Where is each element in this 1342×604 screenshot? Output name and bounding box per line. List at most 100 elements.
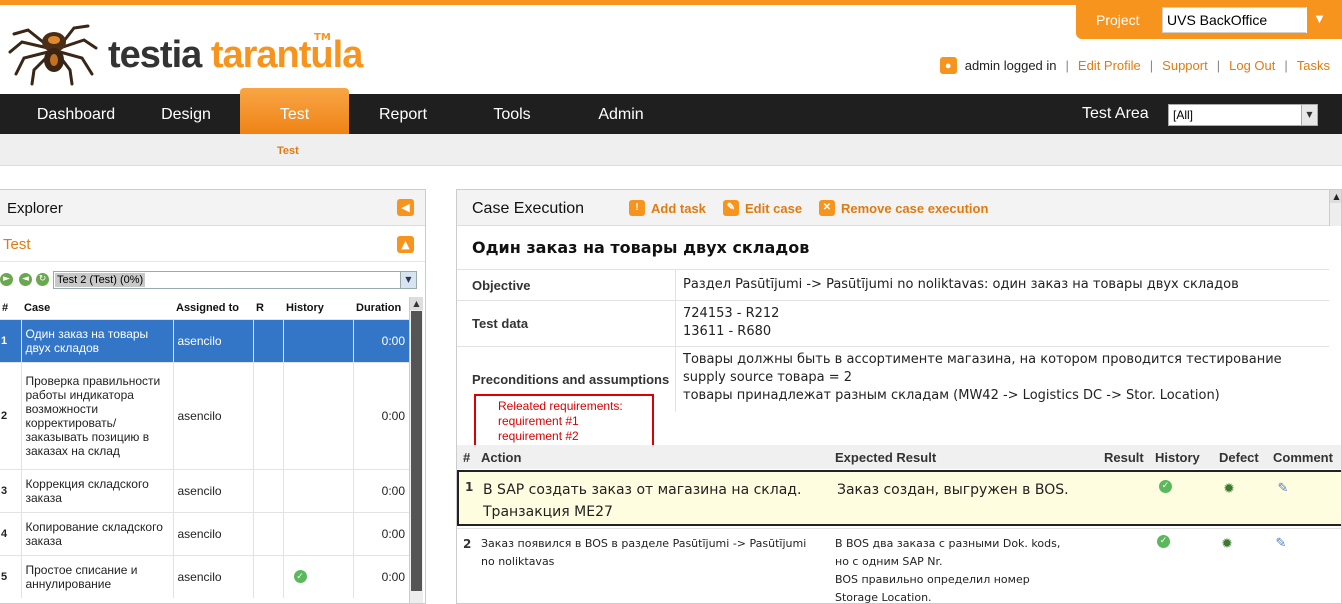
chevron-down-icon[interactable]: ▼ [1306, 7, 1332, 33]
explorer-scrollbar[interactable]: ▲ [409, 297, 423, 603]
logo-trademark: TM [314, 32, 331, 43]
test-area-label: Test Area [1082, 105, 1149, 122]
support-link[interactable]: Support [1162, 58, 1208, 73]
table-row[interactable]: 2 Проверка правильности работы индикатор… [0, 361, 409, 469]
col-num[interactable]: # [0, 297, 21, 319]
logo[interactable]: testia tarantula TM [8, 12, 363, 86]
panel-scrollbar[interactable]: ▲ [1329, 190, 1341, 226]
duration: 0:00 [352, 468, 409, 512]
comment-edit-icon[interactable]: ✎ [1273, 537, 1289, 551]
assigned-to: asencilo [172, 468, 253, 512]
logged-in-text: admin logged in [964, 58, 1057, 73]
forward-icon[interactable]: ► [0, 273, 13, 286]
step-action: В SAP создать заказ от магазина на склад… [483, 482, 802, 520]
case-name: Коррекция складского заказа [20, 468, 173, 512]
case-title: Один заказ на товары двух складов [472, 238, 810, 257]
back-icon[interactable]: ◄ [19, 273, 32, 286]
table-row[interactable]: 4 Копирование складского заказа asencilo… [0, 511, 409, 555]
scrollbar-thumb[interactable] [411, 311, 422, 591]
step-action: Заказ появился в BOS в разделе Pasūtījum… [481, 537, 807, 568]
comment-edit-icon[interactable]: ✎ [1275, 482, 1291, 496]
step-col-result: Result [1104, 450, 1144, 465]
step-col-history: History [1155, 450, 1200, 465]
cases-table: # Case Assigned to R History Duration 1 … [0, 297, 409, 598]
col-assigned[interactable]: Assigned to [173, 297, 253, 319]
step-col-action: Action [481, 450, 522, 465]
history-passed-icon[interactable]: ✓ [1157, 535, 1170, 548]
edit-profile-link[interactable]: Edit Profile [1078, 58, 1141, 73]
edit-case-button[interactable]: ✎ Edit case [723, 200, 802, 216]
table-row[interactable]: 1 Один заказ на товары двух складов asen… [0, 318, 409, 362]
nav-design[interactable]: Design [146, 94, 226, 134]
remove-case-execution-button[interactable]: ✕ Remove case execution [819, 200, 988, 216]
explorer-toolbar: ► ◄ ↻ Test 2 (Test) (0%) ▼ [0, 270, 425, 292]
log-out-link[interactable]: Log Out [1229, 58, 1275, 73]
collapse-left-icon[interactable]: ◀ [397, 199, 414, 216]
table-row[interactable]: 5 Простое списание и аннулирование asenc… [0, 554, 409, 598]
step-col-num: # [463, 450, 471, 465]
step-row[interactable]: 2 Заказ появился в BOS в разделе Pasūtīj… [457, 528, 1341, 604]
duration: 0:00 [352, 554, 409, 598]
scroll-up-icon[interactable]: ▲ [1330, 190, 1341, 203]
step-col-expected: Expected Result [835, 450, 937, 465]
test-area-select[interactable]: [All] ▼ [1168, 104, 1318, 126]
history-passed-icon[interactable]: ✓ [1159, 480, 1172, 493]
nav-admin[interactable]: Admin [588, 94, 654, 134]
defect-bug-icon[interactable]: ✹ [1219, 537, 1235, 551]
objective-label: Objective [472, 278, 531, 293]
nav-report[interactable]: Report [368, 94, 438, 134]
col-r[interactable]: R [253, 297, 283, 319]
step-row[interactable]: 1 В SAP создать заказ от магазина на скл… [457, 470, 1341, 526]
chevron-down-icon[interactable]: ▼ [1301, 105, 1317, 125]
step-col-defect: Defect [1219, 450, 1259, 465]
step-col-comment: Comment [1273, 450, 1333, 465]
case-execution-header: Case Execution ! Add task ✎ Edit case ✕ Rem… [457, 190, 1341, 226]
case-execution-panel: Case Execution ! Add task ✎ Edit case ✕ Rem… [456, 189, 1342, 604]
nav-test[interactable]: Test [240, 88, 349, 134]
subnav-test[interactable]: Test [277, 145, 299, 157]
project-label: Project [1096, 12, 1140, 28]
scroll-up-icon[interactable]: ▲ [410, 297, 423, 310]
precondition-line: supply source товара = 2 [683, 370, 853, 385]
trash-icon: ✕ [819, 200, 835, 216]
defect-bug-icon[interactable]: ✹ [1221, 482, 1237, 496]
user-icon: ● [939, 57, 957, 74]
test-select[interactable]: Test 2 (Test) (0%) ▼ [53, 271, 417, 289]
step-expected: Заказ создан, выгружен в BOS. [837, 482, 1069, 498]
col-case[interactable]: Case [21, 297, 173, 319]
project-selector-box: Project UVS BackOffice ▼ [1076, 3, 1342, 39]
preconditions-label: Preconditions and assumptions [472, 372, 670, 387]
related-requirements-box: Releated requirements: requirement #1 re… [474, 394, 654, 449]
precondition-line: товары принадлежат разным складам (MW42 … [683, 388, 1220, 403]
nav-dashboard[interactable]: Dashboard [26, 94, 126, 134]
main-nav: Dashboard Design Test Report Tools Admin… [0, 88, 1342, 134]
tasks-link[interactable]: Tasks [1297, 58, 1330, 73]
collapse-up-icon[interactable]: ▲ [397, 236, 414, 253]
objective-value: Раздел Pasūtījumi -> Pasūtījumi no nolik… [683, 277, 1239, 292]
col-duration[interactable]: Duration [353, 297, 409, 319]
test-area-value: [All] [1173, 108, 1194, 122]
explorer-panel: Explorer ◀ Test ▲ ► ◄ ↻ Test 2 (Test) (0… [0, 189, 426, 604]
precondition-line: Товары должны быть в ассортименте магази… [683, 352, 1282, 367]
requirement-link[interactable]: requirement #2 [498, 429, 652, 444]
duration: 0:00 [352, 511, 409, 555]
test-data-row: Test data 724153 - R212 13611 - R680 [457, 300, 1329, 346]
case-name: Проверка правильности работы индикатора … [20, 361, 173, 469]
assigned-to: asencilo [172, 361, 253, 469]
add-task-button[interactable]: ! Add task [629, 200, 706, 216]
case-name: Один заказ на товары двух складов [20, 318, 173, 362]
explorer-subheader: Test ▲ [0, 226, 425, 262]
col-history[interactable]: History [283, 297, 353, 319]
test-data-value: 724153 - R212 [683, 306, 780, 321]
refresh-icon[interactable]: ↻ [36, 273, 49, 286]
assigned-to: asencilo [172, 511, 253, 555]
table-row[interactable]: 3 Коррекция складского заказа asencilo 0… [0, 468, 409, 512]
project-select[interactable]: UVS BackOffice ▼ [1162, 7, 1332, 33]
nav-tools[interactable]: Tools [482, 94, 542, 134]
assigned-to: asencilo [172, 318, 253, 362]
chevron-down-icon[interactable]: ▼ [400, 272, 416, 288]
requirement-link[interactable]: requirement #1 [498, 414, 652, 429]
explorer-title: Explorer [7, 200, 63, 217]
case-execution-title: Case Execution [472, 200, 585, 217]
step-expected: BOS правильно определил номер Storage Lo… [835, 573, 1030, 604]
